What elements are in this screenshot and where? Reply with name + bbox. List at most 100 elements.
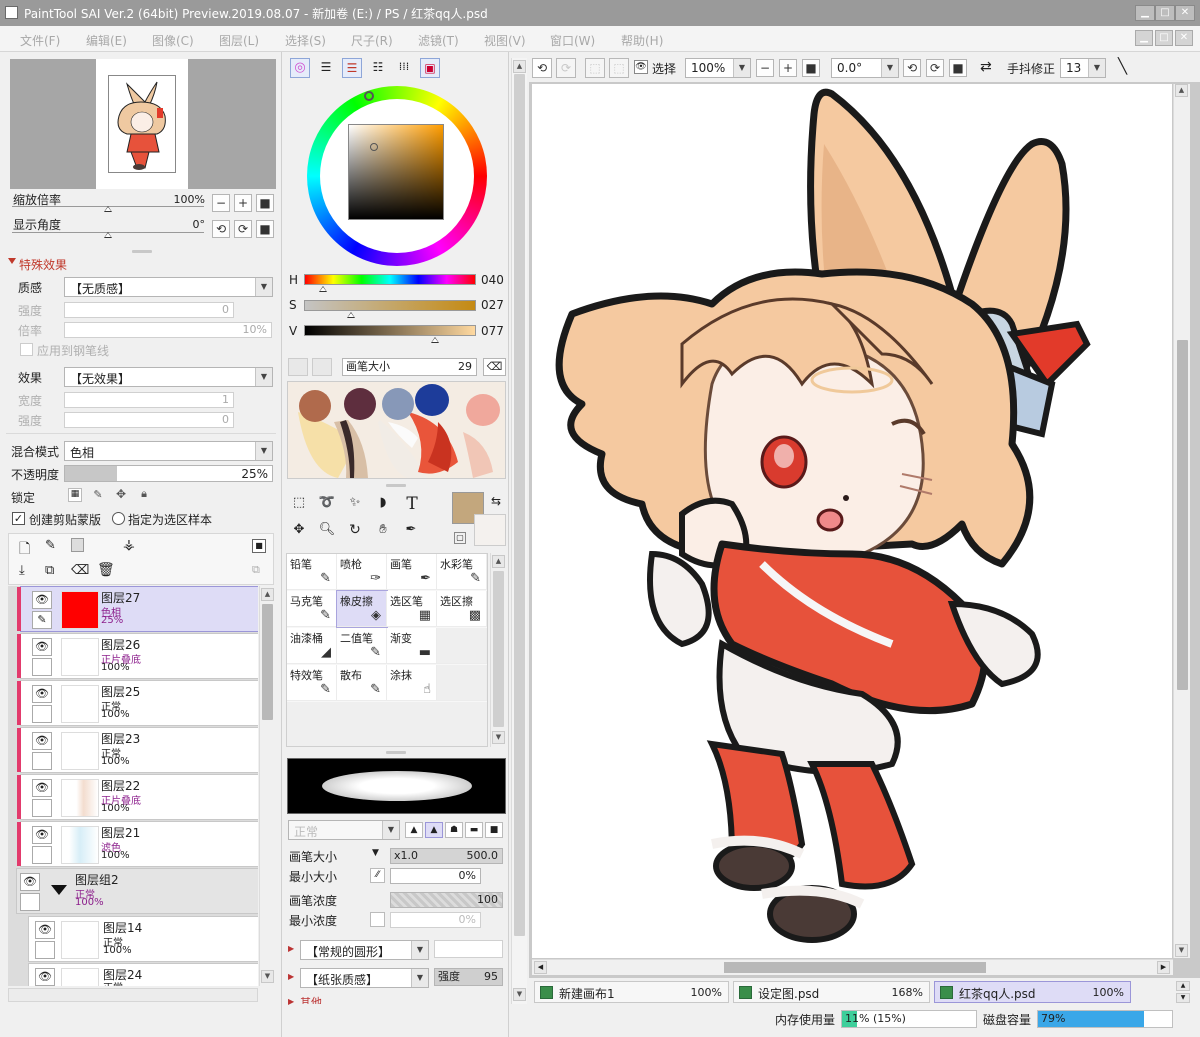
hue-marker[interactable] bbox=[364, 91, 374, 101]
layer-group-item[interactable]: 👁︎ 图层组2 正常 100% bbox=[16, 868, 258, 914]
color-swatch[interactable] bbox=[466, 394, 500, 426]
lock-transparency-icon[interactable]: ▦ bbox=[68, 488, 82, 502]
stabilizer-dropdown[interactable]: 13 ▼ bbox=[1060, 58, 1106, 78]
brush-shape-strength-field[interactable] bbox=[434, 940, 503, 958]
brush-texture-strength-slider[interactable]: 强度 95 bbox=[434, 968, 503, 986]
color-swatch[interactable] bbox=[299, 390, 331, 422]
brush-shape-hard-icon[interactable]: ☗ bbox=[445, 822, 463, 838]
pressure-size-icon[interactable]: ⁄⁄ bbox=[370, 868, 385, 883]
tab-scroll-down-icon[interactable]: ▼ bbox=[1176, 993, 1190, 1003]
folder-expand-icon[interactable] bbox=[51, 885, 67, 895]
tool-eraser[interactable]: 橡皮擦 ◈ bbox=[336, 590, 388, 628]
color-swatch[interactable] bbox=[344, 388, 376, 420]
layer-edit-slot[interactable] bbox=[32, 799, 52, 817]
merge-down-icon[interactable]: ⤓ bbox=[19, 563, 25, 578]
layer-item[interactable]: 👁︎ 图层14 正常 100% bbox=[28, 916, 258, 962]
panel-splitter-handle[interactable] bbox=[386, 484, 406, 487]
document-tab[interactable]: 设定图.psd 168% bbox=[733, 981, 930, 1003]
min-size-field[interactable]: 0% bbox=[390, 868, 481, 884]
undo-icon[interactable]: ⟲ bbox=[532, 58, 552, 78]
zoom-icon[interactable]: 🔍︎ bbox=[318, 522, 336, 540]
tool-watercolor[interactable]: 水彩笔 ✎ bbox=[437, 554, 487, 590]
hue-slider[interactable] bbox=[304, 274, 476, 285]
palette-mode-icon[interactable]: ☷ bbox=[368, 58, 388, 78]
layer-list-hscrollbar[interactable] bbox=[8, 988, 258, 1002]
scroll-thumb[interactable] bbox=[724, 962, 986, 973]
eye-icon[interactable]: 👁︎ bbox=[32, 779, 52, 797]
tool-grid-scrollbar[interactable]: ▲ ▼ bbox=[490, 553, 505, 747]
scratchpad-canvas[interactable] bbox=[287, 381, 506, 479]
eye-icon[interactable]: 👁︎ bbox=[32, 685, 52, 703]
scratchpad-tool-button[interactable] bbox=[312, 358, 332, 376]
effect-strength-field[interactable]: 0 bbox=[64, 412, 234, 428]
lock-paint-icon[interactable]: ✎ bbox=[91, 488, 105, 502]
scroll-up-icon[interactable]: ▲ bbox=[492, 555, 505, 568]
texture-dropdown[interactable]: 【无质感】 ▼ bbox=[64, 277, 273, 297]
selection-sample-radio[interactable] bbox=[112, 512, 125, 525]
layer-item[interactable]: 👁︎ 图层21 滤色 100% bbox=[17, 821, 258, 867]
tool-empty-slot[interactable] bbox=[437, 628, 487, 664]
doc-minimize-button[interactable]: ▁ bbox=[1135, 30, 1153, 46]
color-swatch[interactable] bbox=[415, 384, 449, 416]
texture-strength-field[interactable]: 0 bbox=[64, 302, 234, 318]
scroll-up-icon[interactable]: ▲ bbox=[261, 588, 274, 601]
layer-item[interactable]: 👁︎ 图层22 正片叠底 100% bbox=[17, 774, 258, 820]
brush-shape-medium-icon[interactable]: ▲ bbox=[425, 822, 443, 838]
document-tab-active[interactable]: 红茶qq人.psd 100% bbox=[934, 981, 1131, 1003]
toolbar-zoom-in-button[interactable]: + bbox=[779, 59, 797, 77]
tool-marker[interactable]: 马克笔 ✎ bbox=[287, 591, 337, 627]
eye-icon[interactable]: 👁︎ bbox=[32, 826, 52, 844]
expand-arrow-icon[interactable]: ▶ bbox=[288, 972, 294, 981]
effects-collapse-icon[interactable] bbox=[8, 258, 16, 264]
transparent-color-icon[interactable]: ▢ bbox=[454, 532, 466, 544]
pressure-density-checkbox[interactable] bbox=[370, 912, 385, 927]
panel-splitter-handle[interactable] bbox=[132, 250, 152, 253]
texture-scale-field[interactable]: 10% bbox=[64, 322, 272, 338]
layer-settings-icon[interactable]: ⧉ bbox=[252, 563, 260, 577]
menu-image[interactable]: 图像(C) bbox=[152, 32, 194, 49]
canvas[interactable] bbox=[532, 84, 1172, 958]
color-swatch[interactable] bbox=[382, 388, 414, 420]
scroll-right-icon[interactable]: ▶ bbox=[1157, 961, 1170, 974]
close-button[interactable]: ✕ bbox=[1175, 5, 1195, 21]
tab-scroll-up-icon[interactable]: ▲ bbox=[1176, 981, 1190, 991]
tool-select-eraser[interactable]: 选区擦 ▩ bbox=[437, 591, 487, 627]
layer-edit-slot[interactable] bbox=[32, 705, 52, 723]
scroll-down-icon[interactable]: ▼ bbox=[261, 970, 274, 983]
menu-window[interactable]: 窗口(W) bbox=[550, 32, 595, 49]
hue-slider-thumb[interactable] bbox=[319, 286, 327, 292]
invert-selection-icon[interactable]: ⬚ bbox=[609, 58, 629, 78]
effects-header[interactable]: 特殊效果 bbox=[19, 256, 67, 273]
show-selection-checkbox[interactable]: 👁︎ bbox=[634, 60, 648, 74]
new-layer-icon[interactable]: 🗋︎ bbox=[19, 538, 30, 562]
angle-slider-thumb[interactable] bbox=[104, 232, 112, 238]
eye-icon[interactable]: 👁︎ bbox=[35, 968, 55, 986]
deselect-icon[interactable]: ⬚ bbox=[585, 58, 605, 78]
scroll-thumb[interactable] bbox=[514, 74, 525, 936]
zoom-in-button[interactable]: + bbox=[234, 194, 252, 212]
tool-airbrush[interactable]: 喷枪 ✑ bbox=[337, 554, 387, 590]
brush-size-mini-field[interactable]: 画笔大小 29 bbox=[342, 358, 477, 376]
delete-layer-icon[interactable]: 🗑︎ bbox=[97, 562, 115, 578]
tool-brush[interactable]: 画笔 ✒ bbox=[387, 554, 437, 590]
saturation-value-square[interactable] bbox=[348, 124, 444, 220]
brush-shape-hardest-icon[interactable]: ■ bbox=[485, 822, 503, 838]
scroll-down-icon[interactable]: ▼ bbox=[492, 731, 505, 744]
tool-scatter[interactable]: 散布 ✎ bbox=[337, 665, 387, 701]
color-swatch-mode-icon[interactable]: ▣ bbox=[420, 58, 440, 78]
toolbar-angle-dropdown[interactable]: 0.0° ▼ bbox=[831, 58, 899, 78]
menu-layer[interactable]: 图层(L) bbox=[219, 32, 259, 49]
clear-layer-icon[interactable]: ⌫ bbox=[71, 563, 89, 578]
canvas-hscrollbar[interactable]: ◀ ▶ bbox=[532, 959, 1173, 975]
brush-blend-dropdown[interactable]: 正常 ▼ bbox=[288, 820, 400, 840]
zoom-out-button[interactable]: − bbox=[212, 194, 230, 212]
tool-smudge[interactable]: 涂抹 ☝ bbox=[387, 665, 437, 701]
layer-item[interactable]: 👁︎ 图层26 正片叠底 100% bbox=[17, 633, 258, 679]
effect-width-field[interactable]: 1 bbox=[64, 392, 234, 408]
redo-icon[interactable]: ⟳ bbox=[556, 58, 576, 78]
new-mask-icon[interactable] bbox=[71, 538, 84, 552]
layer-edit-slot[interactable] bbox=[35, 941, 55, 959]
lasso-icon[interactable]: ➰ bbox=[318, 495, 336, 513]
menu-edit[interactable]: 编辑(E) bbox=[86, 32, 127, 49]
scroll-thumb[interactable] bbox=[493, 571, 504, 727]
